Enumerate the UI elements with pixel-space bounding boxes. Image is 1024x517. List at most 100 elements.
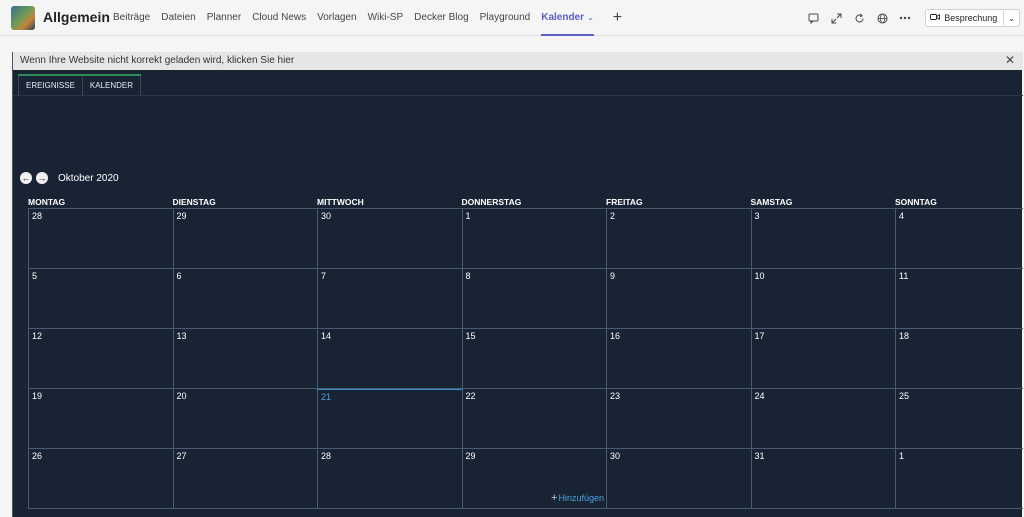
weekday-label: DIENSTAG xyxy=(172,197,216,207)
tab-kalender-view[interactable]: KALENDER xyxy=(81,76,142,95)
calendar-day-cell[interactable]: 20 xyxy=(172,389,317,449)
calendar-day-cell[interactable]: 28 xyxy=(28,209,173,269)
refresh-icon[interactable] xyxy=(848,7,870,29)
day-number: 22 xyxy=(465,391,476,401)
day-number: 12 xyxy=(32,331,43,341)
weekday-label: MONTAG xyxy=(28,197,66,207)
tab-cloud-news[interactable]: Cloud News xyxy=(252,0,306,36)
calendar-day-cell[interactable]: 8 xyxy=(461,269,606,329)
calendar-day-cell[interactable]: 17 xyxy=(750,329,895,389)
day-number: 30 xyxy=(321,211,332,221)
calendar-day-cell[interactable]: 3 xyxy=(750,209,895,269)
tab-playground[interactable]: Playground xyxy=(480,0,531,36)
day-number: 5 xyxy=(32,271,38,281)
tab-wiki-sp[interactable]: Wiki-SP xyxy=(368,0,404,36)
day-number: 18 xyxy=(899,331,910,341)
expand-icon[interactable] xyxy=(825,7,847,29)
weekday-label: SONNTAG xyxy=(895,197,937,207)
calendar-day-cell[interactable]: 19 xyxy=(28,389,173,449)
tab-planner[interactable]: Planner xyxy=(207,0,241,36)
day-number: 6 xyxy=(176,271,182,281)
calendar-day-cell[interactable]: 21 xyxy=(317,389,462,449)
header-actions: Besprechung ⌄ xyxy=(802,0,1024,36)
day-number: 10 xyxy=(754,271,765,281)
day-number: 25 xyxy=(899,391,910,401)
tab-ereignisse[interactable]: EREIGNISSE xyxy=(18,76,82,95)
video-camera-icon xyxy=(930,13,941,23)
tab-beitraege[interactable]: Beiträge xyxy=(113,0,150,36)
more-icon[interactable] xyxy=(894,7,916,29)
calendar-day-cell[interactable]: 24 xyxy=(750,389,895,449)
add-event-link[interactable]: +Hinzufügen xyxy=(551,492,604,504)
day-number: 19 xyxy=(32,391,43,401)
calendar-day-cell[interactable]: 13 xyxy=(172,329,317,389)
plus-icon: + xyxy=(551,492,558,504)
month-navigation: ← → Oktober 2020 xyxy=(20,172,119,184)
chat-icon[interactable] xyxy=(802,7,824,29)
chevron-down-icon[interactable]: ⌄ xyxy=(587,13,594,22)
day-number: 9 xyxy=(610,271,616,281)
add-tab-button[interactable]: + xyxy=(613,0,622,36)
calendar-day-cell[interactable]: 4 xyxy=(895,209,1023,269)
day-number: 15 xyxy=(465,331,476,341)
day-number: 1 xyxy=(899,451,905,461)
day-number: 4 xyxy=(899,211,905,221)
day-number: 29 xyxy=(465,451,476,461)
calendar-day-cell[interactable]: 6 xyxy=(172,269,317,329)
add-event-label: Hinzufügen xyxy=(558,493,604,503)
calendar-day-cell[interactable]: 14 xyxy=(317,329,462,389)
calendar-day-cell[interactable]: 31 xyxy=(750,449,895,509)
calendar-day-cell[interactable]: 26 xyxy=(28,449,173,509)
calendar-day-cell[interactable]: 2 xyxy=(606,209,751,269)
calendar-day-cell[interactable]: 11 xyxy=(895,269,1023,329)
calendar-day-cell[interactable]: 9 xyxy=(606,269,751,329)
arrow-right-icon[interactable]: → xyxy=(36,172,48,184)
calendar-day-cell[interactable]: 30 xyxy=(317,209,462,269)
calendar-day-cell[interactable]: 1 xyxy=(461,209,606,269)
weekday-label: MITTWOCH xyxy=(317,197,364,207)
day-number: 23 xyxy=(610,391,621,401)
calendar-day-cell[interactable]: 29 +Hinzufügen xyxy=(461,449,606,509)
reload-banner[interactable]: Wenn Ihre Website nicht korrekt geladen … xyxy=(13,52,1023,70)
day-number: 7 xyxy=(321,271,327,281)
sharepoint-tabs: EREIGNISSE KALENDER xyxy=(18,74,142,95)
day-number: 27 xyxy=(176,451,187,461)
arrow-left-icon[interactable]: ← xyxy=(20,172,32,184)
calendar-day-cell[interactable]: 7 xyxy=(317,269,462,329)
meeting-button[interactable]: Besprechung ⌄ xyxy=(925,9,1020,27)
calendar-day-cell[interactable]: 22 xyxy=(461,389,606,449)
weekday-label: SAMSTAG xyxy=(750,197,793,207)
close-icon[interactable]: ✕ xyxy=(1005,53,1015,67)
tab-kalender[interactable]: Kalender ⌄ xyxy=(541,0,594,36)
chevron-down-icon[interactable]: ⌄ xyxy=(1008,14,1015,23)
day-number: 16 xyxy=(610,331,621,341)
day-number: 13 xyxy=(176,331,187,341)
calendar-grid: 28 29 30 1 2 3 4 5 6 7 8 9 10 11 12 13 14 15 16 17 18 19 20 21 2… xyxy=(28,208,1023,512)
tab-decker-blog[interactable]: Decker Blog xyxy=(414,0,468,36)
globe-icon[interactable] xyxy=(871,7,893,29)
tab-dateien[interactable]: Dateien xyxy=(161,0,195,36)
calendar-day-cell[interactable]: 23 xyxy=(606,389,751,449)
tab-vorlagen[interactable]: Vorlagen xyxy=(317,0,356,36)
calendar-day-cell[interactable]: 29 xyxy=(172,209,317,269)
calendar-day-cell[interactable]: 28 xyxy=(317,449,462,509)
day-number: 20 xyxy=(176,391,187,401)
day-number: 26 xyxy=(32,451,43,461)
channel-title: Allgemein xyxy=(43,9,110,25)
channel-header: Allgemein Beiträge Dateien Planner Cloud… xyxy=(0,0,1024,36)
calendar-day-cell[interactable]: 15 xyxy=(461,329,606,389)
calendar-day-cell[interactable]: 12 xyxy=(28,329,173,389)
day-number: 29 xyxy=(176,211,187,221)
tab-kalender-label: Kalender xyxy=(541,12,585,23)
calendar-day-cell[interactable]: 1 xyxy=(895,449,1023,509)
calendar-day-cell[interactable]: 25 xyxy=(895,389,1023,449)
team-avatar[interactable] xyxy=(11,6,35,30)
day-number: 2 xyxy=(610,211,616,221)
banner-text[interactable]: Wenn Ihre Website nicht korrekt geladen … xyxy=(20,55,294,66)
calendar-day-cell[interactable]: 16 xyxy=(606,329,751,389)
calendar-day-cell[interactable]: 18 xyxy=(895,329,1023,389)
calendar-day-cell[interactable]: 5 xyxy=(28,269,173,329)
calendar-day-cell[interactable]: 27 xyxy=(172,449,317,509)
calendar-day-cell[interactable]: 30 xyxy=(606,449,751,509)
calendar-day-cell[interactable]: 10 xyxy=(750,269,895,329)
